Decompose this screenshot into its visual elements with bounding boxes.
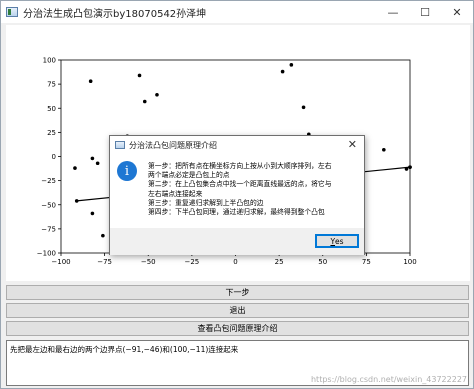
x-tick-label: −100 (51, 258, 70, 266)
data-point (408, 165, 412, 169)
x-tick-label: −25 (184, 258, 199, 266)
window-title: 分治法生成凸包演示by18070542孙泽坤 (23, 8, 207, 20)
show-principle-button[interactable]: 查看凸包问题原理介绍 (6, 321, 469, 336)
info-icon: i (117, 161, 137, 181)
yes-button[interactable]: Yes (315, 234, 359, 248)
maximize-button[interactable]: ☐ (409, 1, 441, 23)
y-tick-label: 0 (52, 153, 56, 161)
close-button[interactable]: ✕ (441, 1, 473, 23)
data-point (74, 199, 79, 203)
dialog-footer: Yes (110, 228, 364, 255)
title-bar[interactable]: 分治法生成凸包演示by18070542孙泽坤 — ☐ ✕ (1, 1, 473, 23)
data-point (137, 73, 142, 78)
dialog-line: 第四步：下半凸包同理，通过递归求解，最终得到整个凸包 (148, 208, 325, 217)
x-tick-label: 100 (403, 258, 416, 266)
x-tick-label: 25 (275, 258, 284, 266)
data-point (382, 147, 386, 152)
watermark: https://blog.csdn.net/weixin_43722227 (310, 375, 467, 384)
app-icon (6, 7, 18, 17)
exit-button[interactable]: 退出 (6, 303, 469, 318)
data-point (301, 105, 306, 110)
next-step-button[interactable]: 下一步 (6, 285, 469, 300)
x-tick-label: 75 (362, 258, 371, 266)
y-tick-label: 25 (47, 129, 56, 137)
y-tick-label: −75 (41, 225, 56, 233)
x-tick-label: −50 (141, 258, 156, 266)
data-point (101, 233, 105, 238)
data-point (73, 166, 77, 170)
main-window: 分治法生成凸包演示by18070542孙泽坤 — ☐ ✕ −100 −75 −50 −… (0, 0, 474, 389)
dialog-line: 第三步：重复递归求解到上半凸包的边 (148, 198, 264, 207)
data-point (289, 63, 294, 67)
dialog-title-bar[interactable]: 分治法凸包问题原理介绍 ✕ (110, 136, 364, 154)
data-point (88, 79, 93, 84)
y-tick-label: −25 (41, 177, 56, 185)
data-point (404, 167, 409, 171)
y-tick-label: −100 (37, 250, 56, 258)
dialog-close-button[interactable]: ✕ (348, 138, 357, 151)
dialog-line: 第二步：在上凸包集合点中找一个距离直线最远的点，将它与 (148, 180, 332, 189)
dialog-body: i 第一步：把所有点在横坐标方向上按从小到大顺序排列，左右 两个端点必定是凸包上… (110, 154, 364, 228)
principle-dialog: 分治法凸包问题原理介绍 ✕ i 第一步：把所有点在横坐标方向上按从小到大顺序排列… (109, 135, 365, 255)
y-tick-label: −50 (41, 201, 56, 209)
data-point (142, 99, 147, 104)
data-point (90, 211, 95, 216)
window-controls: — ☐ ✕ (377, 1, 473, 23)
dialog-app-icon (115, 141, 125, 149)
data-point (155, 92, 159, 97)
y-tick-label: 100 (43, 57, 56, 65)
data-point (95, 161, 100, 166)
minimize-button[interactable]: — (377, 1, 409, 23)
data-point (280, 69, 285, 74)
dialog-line: 第一步：把所有点在横坐标方向上按从小到大顺序排列，左右 (148, 162, 332, 170)
dialog-line: 左右端点连接起来 (148, 189, 203, 198)
y-tick-label: 50 (47, 105, 56, 113)
x-tick-label: −75 (97, 258, 112, 266)
dialog-message: 第一步：把所有点在横坐标方向上按从小到大顺序排列，左右 两个端点必定是凸包上的点… (148, 162, 360, 217)
y-tick-label: 75 (47, 81, 56, 89)
x-tick-label: 50 (318, 258, 327, 266)
x-tick-label: 0 (233, 258, 237, 266)
output-text: 先把最左边和最右边的两个边界点(−91,−46)和(100,−11)连接起来 (10, 345, 239, 354)
dialog-title: 分治法凸包问题原理介绍 (129, 140, 217, 150)
data-point (90, 156, 95, 161)
